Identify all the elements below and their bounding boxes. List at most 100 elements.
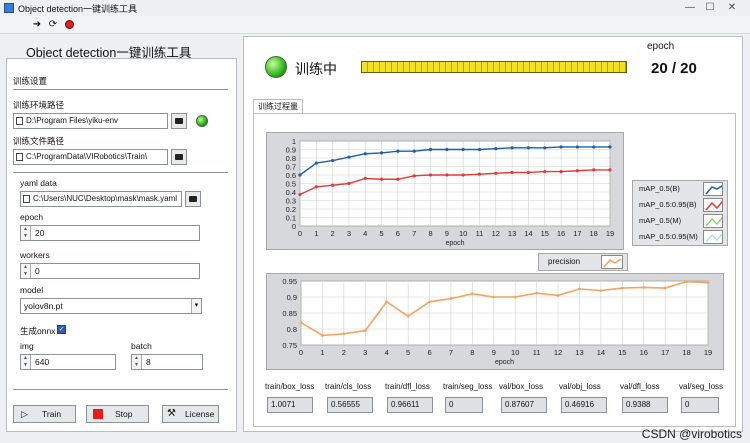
data-point xyxy=(592,145,596,149)
precision-legend[interactable]: precision xyxy=(538,253,628,271)
data-point xyxy=(314,185,318,189)
map-chart: 00.10.20.30.40.50.60.70.80.910 1 2 3 4 5 6 7 8 9 1… xyxy=(286,137,615,247)
data-point xyxy=(526,170,531,175)
batch-input[interactable]: ▲ ▼ 8 xyxy=(131,354,203,370)
divider xyxy=(13,389,228,390)
x-tick-label: 16 xyxy=(640,348,648,357)
epoch-counter-value: 20 / 20 xyxy=(651,60,697,77)
x-tick-label: 16 xyxy=(557,229,565,238)
spinner-arrows-icon[interactable]: ▲ ▼ xyxy=(21,226,31,240)
loss-label: train/box_loss xyxy=(265,382,315,391)
map-chart-frame: 0 0.1 0.2 0.3 0.4 0.5 0.6 0.7 0.8 0.9 1 0 1 2 3 4 5 6 7 8 9 1… xyxy=(266,132,624,250)
x-tick-label: 1 xyxy=(314,229,318,238)
data-point xyxy=(470,292,474,296)
env-ok-indicator xyxy=(196,115,208,127)
y-tick-label: 0.75 xyxy=(282,341,297,350)
spinner-arrows-icon[interactable]: ▲ ▼ xyxy=(21,355,31,369)
y-tick-label: 0.9 xyxy=(286,146,296,155)
browse-folder-icon[interactable] xyxy=(171,113,187,129)
y-tick-label: 0.6 xyxy=(286,171,296,180)
workers-input[interactable]: ▲ ▼ 0 xyxy=(20,263,200,279)
legend-item[interactable]: mAP_0.5:0.95(B) xyxy=(633,197,727,213)
license-button[interactable]: ⚒ License xyxy=(162,405,219,423)
legend-item[interactable]: mAP_0.5:0.95(M) xyxy=(633,229,727,245)
x-axis-label: epoch xyxy=(495,359,514,366)
browse-folder-icon[interactable] xyxy=(171,149,187,165)
y-tick-label: 0.3 xyxy=(286,197,296,206)
loss-value: 0.46916 xyxy=(561,397,607,413)
img-input[interactable]: ▲ ▼ 640 xyxy=(20,354,116,370)
legend-item[interactable]: mAP_0.5(M) xyxy=(633,213,727,229)
data-point xyxy=(526,146,531,150)
data-point xyxy=(477,147,482,152)
close-button[interactable]: ✕ xyxy=(722,1,742,15)
y-tick-label: 0.7 xyxy=(286,163,296,172)
browse-folder-icon[interactable] xyxy=(185,191,201,207)
x-tick-label: 0 xyxy=(298,229,302,238)
model-select[interactable]: yolov8n.pt ▾ xyxy=(20,298,202,314)
y-tick-label: 1 xyxy=(292,137,296,146)
minimize-button[interactable]: — xyxy=(680,1,700,15)
env-path-field[interactable]: D:\Program Files\yiku-env xyxy=(13,113,168,129)
loss-value: 0.96611 xyxy=(387,397,433,413)
loss-label: train/dfl_loss xyxy=(385,382,430,391)
data-point xyxy=(396,149,400,153)
x-tick-label: 0 xyxy=(299,348,303,357)
data-point xyxy=(556,294,560,297)
data-point xyxy=(599,289,603,292)
data-point xyxy=(379,177,384,181)
stop-button[interactable]: Stop xyxy=(86,405,149,423)
x-tick-label: 4 xyxy=(385,348,389,357)
data-point xyxy=(510,146,514,150)
abort-icon[interactable] xyxy=(62,18,76,32)
maximize-button[interactable]: ☐ xyxy=(700,1,720,15)
spinner-arrows-icon[interactable]: ▲ ▼ xyxy=(132,355,142,369)
x-tick-label: 7 xyxy=(412,229,416,238)
loss-label: train/seg_loss xyxy=(443,382,493,391)
x-tick-label: 11 xyxy=(533,348,541,357)
divider xyxy=(13,172,228,173)
data-point xyxy=(663,286,667,290)
onnx-checkbox[interactable]: ✓ xyxy=(57,325,66,334)
data-point xyxy=(608,145,612,149)
x-tick-label: 3 xyxy=(363,348,367,357)
data-point xyxy=(620,286,624,290)
data-point xyxy=(406,314,410,318)
x-tick-label: 14 xyxy=(524,229,532,238)
x-tick-label: 10 xyxy=(459,229,467,238)
data-point xyxy=(412,149,416,153)
yaml-path-field[interactable]: C:\Users\NUC\Desktop\mask\mask.yaml xyxy=(20,191,182,207)
loss-value: 0.87607 xyxy=(501,397,547,413)
legend-item[interactable]: mAP_0.5(B) xyxy=(633,181,727,197)
y-tick-label: 0.2 xyxy=(286,205,296,214)
data-point xyxy=(331,183,335,187)
onnx-label: 生成onnx xyxy=(20,326,56,336)
train-button[interactable]: ▷ Train xyxy=(13,405,76,423)
epoch-input[interactable]: ▲ ▼ 20 xyxy=(20,225,200,241)
files-path-label: 训练文件路径 xyxy=(13,136,65,146)
x-tick-label: 5 xyxy=(406,348,410,357)
loss-value: 0 xyxy=(681,397,719,413)
run-arrow-icon[interactable]: ➜ xyxy=(30,18,44,32)
path-icon xyxy=(16,153,23,161)
x-tick-label: 18 xyxy=(682,348,690,357)
files-path-field[interactable]: C:\ProgramData\VIRobotics\Train\ xyxy=(13,149,168,165)
data-point xyxy=(461,173,465,177)
legend-swatch xyxy=(703,182,723,196)
spinner-arrows-icon[interactable]: ▲ ▼ xyxy=(21,264,31,278)
path-icon xyxy=(16,117,23,125)
y-tick-label: 0.4 xyxy=(286,188,296,197)
window-titlebar: Object detection一键训练工具 — ☐ ✕ xyxy=(0,0,750,16)
data-point xyxy=(449,297,453,300)
x-tick-label: 6 xyxy=(427,348,431,357)
loss-label: val/box_loss xyxy=(499,382,544,391)
data-point xyxy=(363,329,367,332)
tab-training-metrics[interactable]: 训练过程量 xyxy=(253,99,303,113)
loss-label: val/obj_loss xyxy=(559,382,601,391)
precision-chart: 0.750.80.850.90.950 1 2 3 4 5 6 7 8 9 10 11 12 13 14 15… xyxy=(282,277,712,366)
chevron-down-icon[interactable]: ▾ xyxy=(191,299,201,313)
data-point xyxy=(535,291,539,295)
y-tick-label: 0.5 xyxy=(286,180,296,189)
run-continuous-icon[interactable]: ⟳ xyxy=(46,18,60,32)
x-tick-label: 18 xyxy=(590,229,598,238)
